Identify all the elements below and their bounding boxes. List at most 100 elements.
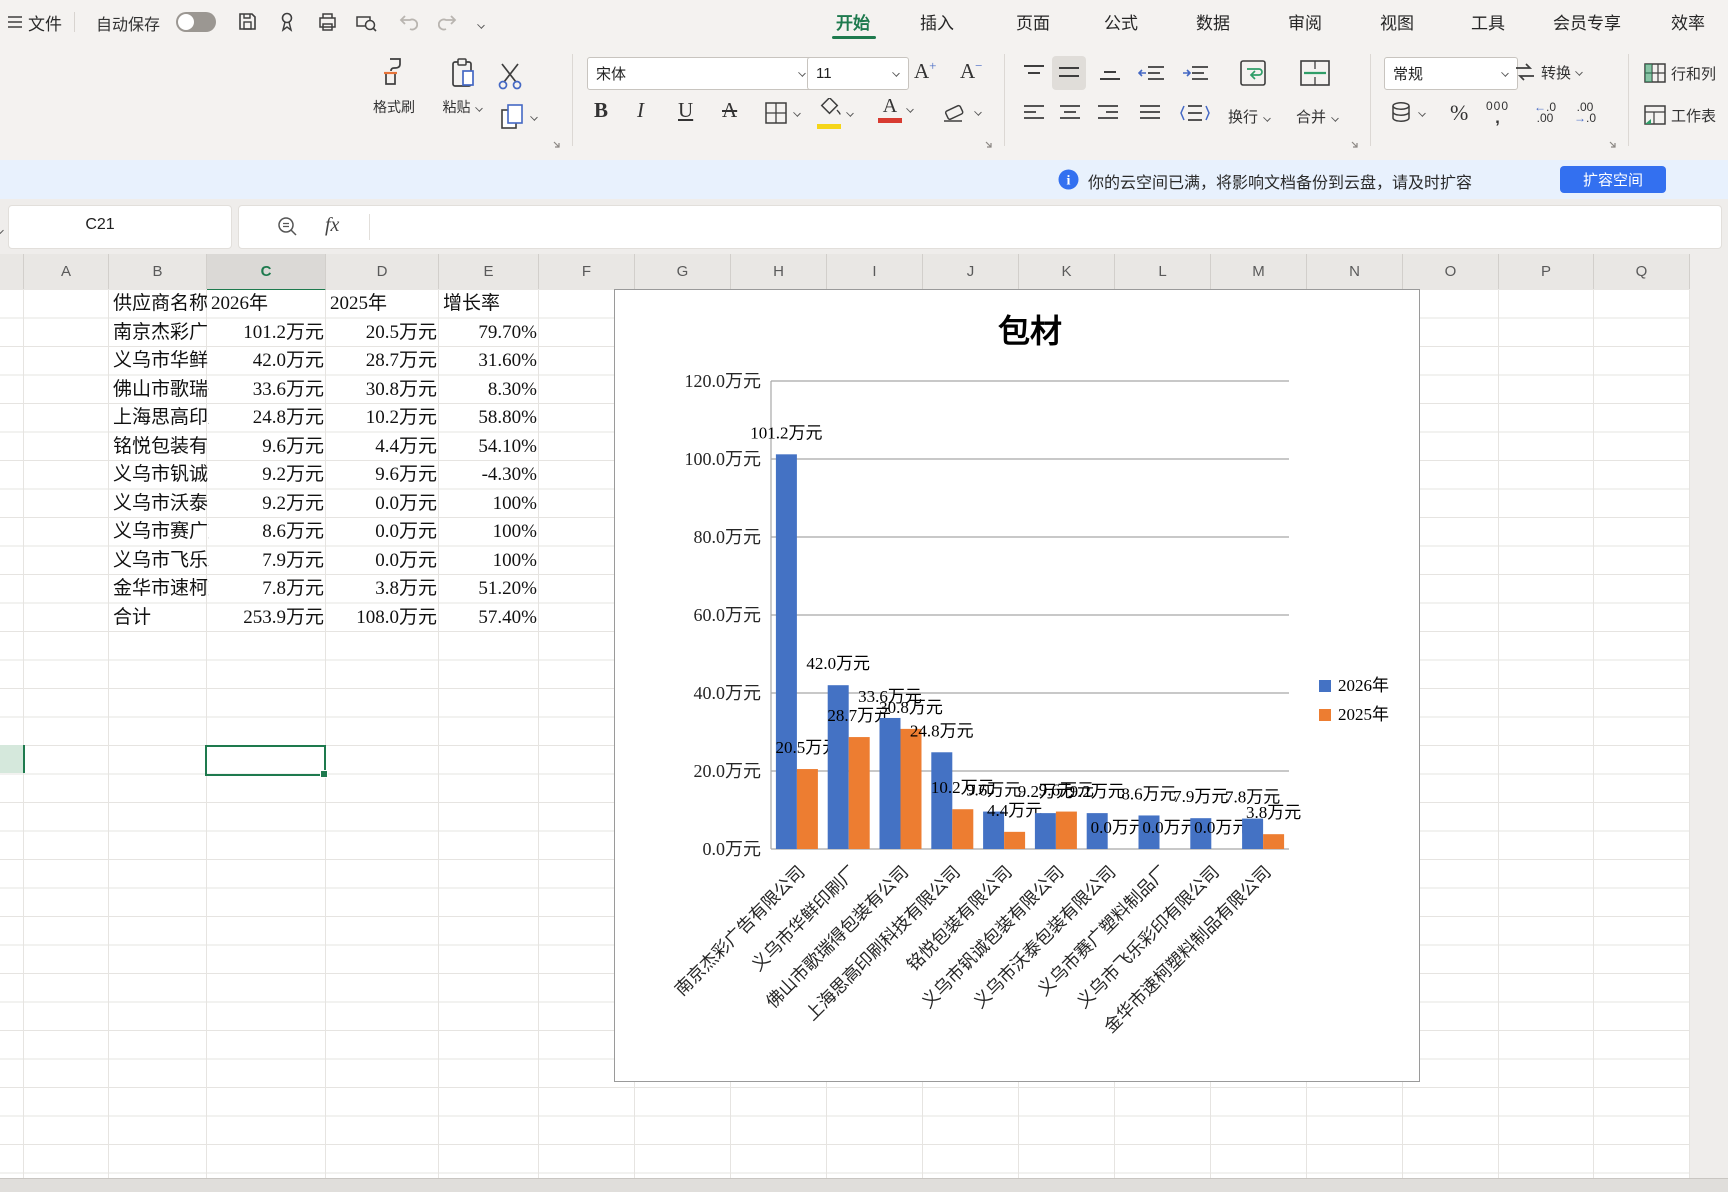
fill-handle[interactable] [320, 770, 328, 778]
column-header-O[interactable]: O [1403, 254, 1499, 289]
align-center-icon[interactable] [1058, 104, 1082, 122]
rows-columns-button[interactable]: 行和列 [1642, 60, 1716, 86]
table-cell[interactable]: 30.8万元 [326, 376, 443, 405]
menu-tab[interactable]: 页面 [1016, 9, 1050, 34]
name-box[interactable]: C21 [8, 205, 232, 249]
align-left-icon[interactable] [1022, 104, 1046, 122]
table-cell[interactable]: 20.5万元 [326, 319, 443, 348]
file-menu[interactable]: 文件 [28, 10, 62, 35]
table-cell[interactable]: -4.30% [439, 461, 543, 490]
align-top-icon[interactable] [1022, 64, 1046, 82]
column-header-P[interactable]: P [1499, 254, 1594, 289]
table-cell[interactable]: 42.0万元 [207, 347, 330, 376]
table-cell[interactable]: 7.9万元 [207, 547, 330, 576]
merge-cells-button[interactable]: 合并 [1296, 106, 1339, 127]
table-cell[interactable]: 9.6万元 [326, 461, 443, 490]
column-header-M[interactable]: M [1211, 254, 1307, 289]
wrap-text-icon[interactable] [1238, 58, 1270, 90]
worksheet-button[interactable]: 工作表 [1642, 102, 1716, 128]
formula-input[interactable]: fx [238, 205, 1722, 249]
redo-icon[interactable] [438, 12, 460, 32]
table-cell[interactable]: 0.0万元 [326, 547, 443, 576]
column-header-B[interactable]: B [109, 254, 207, 289]
menu-tab[interactable]: 效率 [1671, 9, 1705, 34]
table-cell[interactable]: 0.0万元 [326, 518, 443, 547]
increase-font-button[interactable]: A+ [914, 58, 937, 84]
table-cell[interactable]: 58.80% [439, 404, 543, 433]
more-commands-chevron-icon[interactable] [476, 21, 485, 30]
column-header-H[interactable]: H [731, 254, 827, 289]
merge-cells-icon[interactable] [1298, 58, 1332, 90]
print-preview-icon[interactable] [354, 10, 378, 34]
cut-icon[interactable] [494, 60, 526, 90]
column-header-C[interactable]: C [207, 254, 326, 291]
menu-tab[interactable]: 开始 [836, 9, 870, 34]
undo-icon[interactable] [396, 12, 418, 32]
column-header-Q[interactable]: Q [1594, 254, 1690, 289]
percent-style-button[interactable]: % [1450, 100, 1468, 126]
group-expander-icon[interactable] [1350, 140, 1360, 150]
column-header-I[interactable]: I [827, 254, 923, 289]
table-cell[interactable]: 7.8万元 [207, 575, 330, 604]
table-cell[interactable]: 51.20% [439, 575, 543, 604]
group-expander-icon[interactable] [984, 140, 994, 150]
menu-tab[interactable]: 审阅 [1288, 9, 1322, 34]
table-cell[interactable]: 上海思高印刷科技有限公司 [109, 404, 209, 433]
column-header-N[interactable]: N [1307, 254, 1403, 289]
align-right-icon[interactable] [1096, 104, 1120, 122]
select-all-corner[interactable] [0, 254, 24, 289]
menu-tab[interactable]: 工具 [1471, 9, 1505, 34]
embedded-bar-chart[interactable]: 0.0万元20.0万元40.0万元60.0万元80.0万元100.0万元120.… [614, 289, 1420, 1082]
table-cell[interactable]: 9.2万元 [207, 461, 330, 490]
increase-indent-icon[interactable] [1182, 64, 1210, 82]
table-cell[interactable]: 南京杰彩广告有限公司 [109, 319, 209, 348]
group-expander-icon[interactable] [552, 140, 562, 150]
table-cell[interactable]: 2025年 [326, 290, 441, 319]
table-cell[interactable]: 24.8万元 [207, 404, 330, 433]
table-cell[interactable]: 增长率 [439, 290, 541, 319]
menu-tab[interactable]: 会员专享 [1553, 9, 1621, 34]
eraser-button[interactable] [940, 100, 982, 124]
fill-color-button[interactable] [816, 98, 854, 129]
convert-button[interactable]: 转换 [1512, 60, 1583, 84]
table-cell[interactable]: 供应商名称 [109, 290, 209, 319]
table-cell[interactable]: 9.6万元 [207, 433, 330, 462]
borders-button[interactable] [763, 100, 801, 126]
table-cell[interactable]: 义乌市赛广塑料制品厂 [109, 518, 209, 547]
table-cell[interactable]: 义乌市沃泰包装有限公司 [109, 490, 209, 519]
format-painter-button[interactable]: 格式刷 [356, 56, 432, 117]
table-cell[interactable]: 100% [439, 490, 543, 519]
hamburger-icon[interactable] [6, 13, 24, 31]
menu-tab[interactable]: 公式 [1104, 9, 1138, 34]
table-cell[interactable]: 57.40% [439, 604, 543, 633]
group-expander-icon[interactable] [1608, 140, 1618, 150]
fx-icon[interactable]: fx [325, 214, 339, 237]
column-header-G[interactable]: G [635, 254, 731, 289]
table-cell[interactable]: 义乌市飞乐彩印有限公司 [109, 547, 209, 576]
strikethrough-button[interactable]: A [722, 98, 737, 123]
copy-button[interactable] [498, 102, 538, 132]
name-box-chevron-icon[interactable] [0, 226, 4, 235]
increase-decimal-button[interactable]: .00→.0 [1574, 102, 1596, 124]
table-cell[interactable]: 8.6万元 [207, 518, 330, 547]
table-cell[interactable]: 79.70% [439, 319, 543, 348]
zoom-formula-icon[interactable] [277, 216, 299, 238]
table-cell[interactable]: 9.2万元 [207, 490, 330, 519]
menu-tab[interactable]: 插入 [920, 9, 954, 34]
save-icon[interactable] [236, 10, 259, 33]
table-cell[interactable]: 3.8万元 [326, 575, 443, 604]
table-cell[interactable]: 100% [439, 518, 543, 547]
justify-icon[interactable] [1138, 104, 1162, 122]
menu-tab[interactable]: 视图 [1380, 9, 1414, 34]
italic-button[interactable]: I [637, 98, 644, 123]
underline-button[interactable]: U [678, 98, 693, 123]
bold-button[interactable]: B [594, 98, 608, 123]
table-cell[interactable]: 253.9万元 [207, 604, 330, 633]
font-name-select[interactable]: 宋体 [587, 57, 815, 90]
table-cell[interactable]: 铭悦包装有限公司 [109, 433, 209, 462]
column-header-L[interactable]: L [1115, 254, 1211, 289]
selected-cell-C21[interactable] [205, 745, 326, 776]
number-format-select[interactable]: 常规 [1384, 57, 1518, 90]
column-header-A[interactable]: A [24, 254, 109, 289]
table-cell[interactable]: 101.2万元 [207, 319, 330, 348]
